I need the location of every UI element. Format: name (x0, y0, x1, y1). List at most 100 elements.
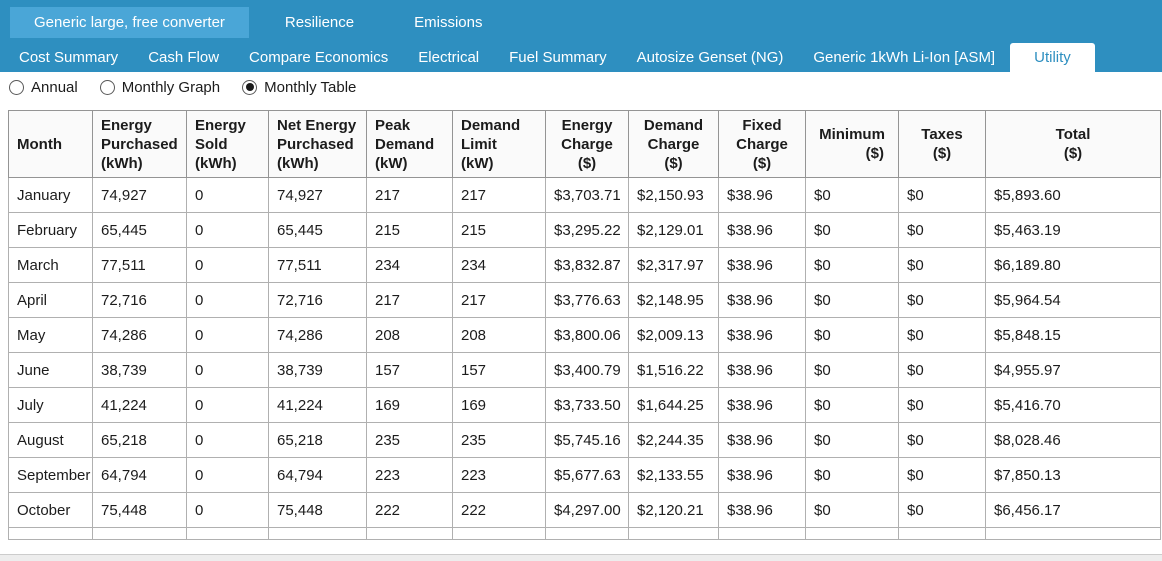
horizontal-scrollbar-track[interactable] (0, 554, 1162, 561)
tab-resilience[interactable]: Resilience (261, 7, 378, 38)
tab-label: Compare Economics (249, 49, 389, 66)
value-cell: 0 (186, 387, 269, 423)
radio-annual[interactable]: Annual (9, 79, 78, 96)
table-row-march: March 77,511 0 77,511 234 234 $3,832.87 $2,317.… (8, 247, 1161, 283)
radio-button-icon[interactable] (242, 79, 258, 95)
table-row-july: July 41,224 0 41,224 169 169 $3,733.50 $1,644.2… (8, 387, 1161, 423)
table-row-may: May 74,286 0 74,286 208 208 $3,800.06 $2,009.13… (8, 317, 1161, 353)
column-header-demand-limit: Demand Limit (kW) (452, 110, 546, 178)
value-cell: 0 (186, 212, 269, 248)
value-cell: $1,516.22 (628, 352, 719, 388)
radio-button-icon[interactable] (9, 79, 24, 95)
column-unit: (kWh) (277, 154, 319, 172)
tab-generic-large-free-converter[interactable]: Generic large, free converter (10, 7, 249, 38)
tab-label: Cost Summary (19, 49, 119, 66)
column-unit: (kWh) (195, 154, 237, 172)
value-cell: $38.96 (718, 317, 806, 353)
month-cell: May (8, 317, 93, 353)
empty-cell (8, 527, 93, 540)
column-unit: (kWh) (101, 154, 143, 172)
radio-label: Annual (31, 78, 78, 96)
value-cell: 157 (366, 352, 453, 388)
month-cell: October (8, 492, 93, 528)
column-unit: (kW) (375, 154, 408, 172)
tab-generic-1kwh-li-ion-asm[interactable]: Generic 1kWh Li-Ion [ASM] (798, 43, 1010, 72)
value-cell: 0 (186, 457, 269, 493)
empty-cell (452, 527, 546, 540)
value-cell: 223 (452, 457, 546, 493)
radio-monthly-graph[interactable]: Monthly Graph (99, 79, 220, 96)
value-cell: 77,511 (92, 247, 187, 283)
table-row-june: June 38,739 0 38,739 157 157 $3,400.79 $1,516.2… (8, 352, 1161, 388)
radio-monthly-table[interactable]: Monthly Table (242, 79, 356, 96)
empty-cell (366, 527, 453, 540)
value-cell: $5,893.60 (985, 177, 1161, 213)
value-cell: $0 (898, 422, 986, 458)
table-row-january: January 74,927 0 74,927 217 217 $3,703.71 $2,15… (8, 177, 1161, 213)
value-cell: 75,448 (268, 492, 367, 528)
value-cell: 223 (366, 457, 453, 493)
column-unit: ($) (664, 154, 683, 172)
value-cell: 38,739 (92, 352, 187, 388)
column-label: Taxes (921, 126, 963, 143)
value-cell: 217 (366, 282, 453, 318)
tab-cash-flow[interactable]: Cash Flow (133, 43, 234, 72)
value-cell: 0 (186, 352, 269, 388)
tab-label: Resilience (284, 14, 355, 31)
value-cell: 0 (186, 282, 269, 318)
value-cell: 0 (186, 247, 269, 283)
value-cell: 41,224 (92, 387, 187, 423)
column-label: Fixed Charge (736, 116, 788, 153)
tab-electrical[interactable]: Electrical (403, 43, 494, 72)
value-cell: 217 (452, 177, 546, 213)
column-label: Demand Charge (643, 116, 704, 153)
tab-label: Electrical (418, 49, 480, 66)
tab-label: Emissions (414, 14, 483, 31)
value-cell: $0 (898, 352, 986, 388)
value-cell: $4,297.00 (545, 492, 629, 528)
value-cell: $2,150.93 (628, 177, 719, 213)
column-header-net-energy-purchased: Net Energy Purchased (kWh) (268, 110, 367, 178)
value-cell: 74,927 (92, 177, 187, 213)
value-cell: $5,463.19 (985, 212, 1161, 248)
tab-fuel-summary[interactable]: Fuel Summary (494, 43, 622, 72)
table-row-october: October 75,448 0 75,448 222 222 $4,297.00 $2,12… (8, 492, 1161, 528)
value-cell: $0 (898, 317, 986, 353)
tab-compare-economics[interactable]: Compare Economics (234, 43, 403, 72)
value-cell: $4,955.97 (985, 352, 1161, 388)
value-cell: 235 (452, 422, 546, 458)
value-cell: 222 (452, 492, 546, 528)
value-cell: $0 (898, 457, 986, 493)
table-row-april: April 72,716 0 72,716 217 217 $3,776.63 $2,148.… (8, 282, 1161, 318)
radio-button-icon[interactable] (99, 79, 115, 95)
table-row-partial (8, 527, 1161, 540)
value-cell: 217 (452, 282, 546, 318)
value-cell: $0 (805, 492, 899, 528)
column-header-month: Month (8, 110, 93, 178)
value-cell: 0 (186, 317, 269, 353)
tab-label: Utility (1034, 49, 1071, 66)
month-cell: July (8, 387, 93, 423)
value-cell: $6,189.80 (985, 247, 1161, 283)
tab-emissions[interactable]: Emissions (390, 7, 506, 38)
secondary-tabbar: Cost Summary Cash Flow Compare Economics… (0, 43, 1162, 72)
value-cell: 0 (186, 492, 269, 528)
value-cell: 215 (452, 212, 546, 248)
tab-autosize-genset-ng[interactable]: Autosize Genset (NG) (622, 43, 799, 72)
value-cell: $5,416.70 (985, 387, 1161, 423)
tab-cost-summary[interactable]: Cost Summary (4, 43, 133, 72)
table-header-row: Month Energy Purchased (kWh) Energy Sold (kW… (8, 110, 1161, 178)
value-cell: $0 (898, 282, 986, 318)
value-cell: 222 (366, 492, 453, 528)
value-cell: $38.96 (718, 422, 806, 458)
value-cell: $0 (805, 212, 899, 248)
value-cell: $0 (898, 387, 986, 423)
monthly-utility-table: Month Energy Purchased (kWh) Energy Sold (kW… (8, 110, 1161, 540)
column-unit: ($) (1063, 145, 1083, 162)
month-cell: June (8, 352, 93, 388)
column-label: Energy Sold (195, 116, 246, 153)
tab-utility[interactable]: Utility (1010, 43, 1095, 72)
value-cell: $2,244.35 (628, 422, 719, 458)
value-cell: $38.96 (718, 457, 806, 493)
empty-cell (186, 527, 269, 540)
